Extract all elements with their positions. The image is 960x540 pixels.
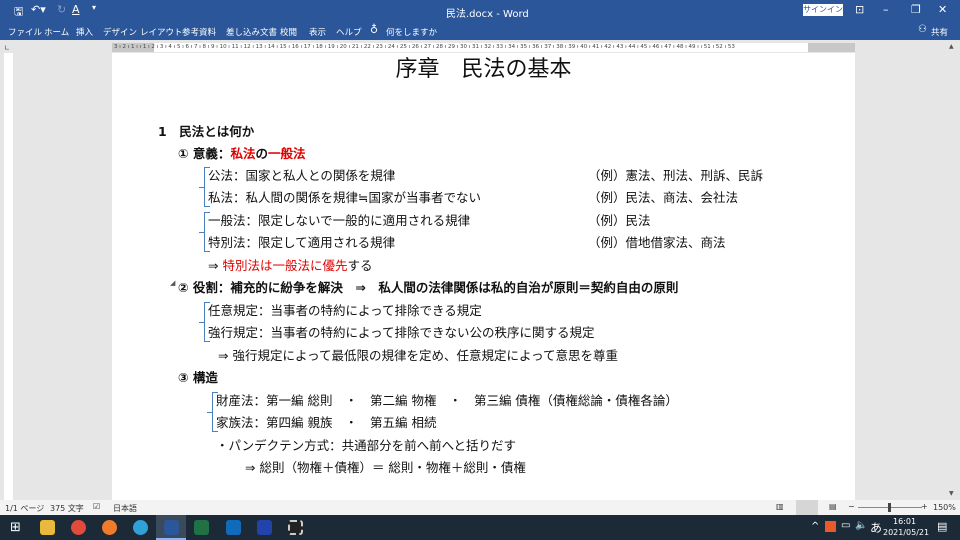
line-property-law: 財産法：第一編 総則 ・ 第二編 物権 ・ 第三編 債権（債権総論・債権各論） (216, 393, 678, 408)
doc-title: 序章 民法の基本 (395, 57, 572, 82)
undo-icon[interactable]: ↶▾ (31, 3, 46, 16)
scroll-up-icon[interactable]: ▲ (949, 43, 954, 50)
edge-icon[interactable] (133, 520, 148, 535)
excel-icon[interactable] (194, 520, 209, 535)
text: する (347, 258, 373, 273)
line-rule-summary: ⇒ 強行規定によって最低限の規律を定め、任意規定によって意思を尊重 (218, 348, 618, 363)
line-special-law: 特別法：限定して適用される規律 (208, 235, 396, 250)
section-1-label: ① 意義： (178, 146, 231, 161)
clock-time[interactable]: 16:01 (893, 517, 916, 526)
taskbar: ⊞ ^ ▭ 🔈 あ 16:01 2021/05/21 ▤ (0, 515, 960, 540)
network-icon[interactable]: ▭ (841, 520, 850, 531)
line-mandatory-rule: 強行規定：当事者の特約によって排除できない公の秩序に関する規定 (208, 325, 595, 340)
vertical-scrollbar[interactable]: ▲ ▼ (945, 40, 960, 500)
section-2-heading: ② 役割：補充的に紛争を解決 ⇒ 私人間の法律関係は私的自治が原則＝契約自由の原… (178, 280, 679, 295)
ribbon-display-icon[interactable]: ⊡ (855, 3, 864, 16)
zoom-in-button[interactable]: + (921, 502, 928, 511)
proofing-icon[interactable]: ☑ (93, 502, 100, 511)
title-bar: 🖫 ↶▾ ↻ A ▾ 民法.docx - Word サインイン ⊡ – ❐ ✕ (0, 0, 960, 20)
scroll-down-icon[interactable]: ▼ (949, 490, 954, 497)
signin-button[interactable]: サインイン (803, 4, 843, 16)
redo-icon[interactable]: ↻ (57, 3, 66, 16)
tab-references[interactable]: 参考資料 (182, 26, 216, 38)
tab-layout[interactable]: レイアウト (140, 26, 183, 38)
notification-icon[interactable]: ▤ (937, 520, 947, 533)
vertical-ruler[interactable] (4, 53, 13, 500)
ruler-right-margin (808, 43, 855, 52)
example-public-law: （例）憲法、刑法、刑訴、民訴 (588, 168, 764, 183)
print-layout-icon[interactable] (796, 500, 818, 515)
restore-button[interactable]: ❐ (911, 3, 921, 16)
lightbulb-icon: ♁ (370, 23, 379, 36)
file-explorer-icon[interactable] (40, 520, 55, 535)
tray-app-icon[interactable] (825, 521, 836, 532)
clock-date[interactable]: 2021/05/21 (883, 528, 929, 537)
ruler-marks: 3 ı 2 ı 1 ı ı 1 ı 2 ı 3 ı 4 ı 5 ı 6 ı 7 … (114, 44, 735, 50)
document-page[interactable]: 序章 民法の基本 1 民法とは何か ① 意義：私法の一般法 公法：国家と私人との… (112, 53, 855, 500)
font-color-icon[interactable]: A (72, 3, 80, 16)
zoom-slider-thumb[interactable] (888, 503, 891, 512)
highlight-text: 私法 (230, 146, 256, 161)
read-mode-icon[interactable]: ▥ (776, 502, 784, 511)
tab-mailings[interactable]: 差し込み文書 (226, 26, 277, 38)
status-bar: 1/1 ページ 375 文字 ☑ 日本語 ▥ ▤ − + 150% (0, 500, 960, 515)
horizontal-ruler[interactable]: 3 ı 2 ı 1 ı ı 1 ı 2 ı 3 ı 4 ı 5 ı 6 ı 7 … (112, 43, 855, 52)
section-3-heading: ③ 構造 (178, 370, 218, 385)
line-optional-rule: 任意規定：当事者の特約によって排除できる規定 (208, 303, 482, 318)
page-count[interactable]: 1/1 ページ (5, 503, 44, 514)
tab-file[interactable]: ファイル (8, 26, 42, 38)
line-pandekten: ・パンデクテン方式：共通部分を前へ前へと括りだす (216, 438, 517, 453)
word-count[interactable]: 375 文字 (50, 503, 84, 514)
share-button[interactable]: 共有 (931, 26, 948, 38)
chrome-icon[interactable] (71, 520, 86, 535)
windows-start-icon[interactable]: ⊞ (10, 520, 21, 535)
example-special-law: （例）借地借家法、商法 (588, 235, 726, 250)
app-icon[interactable] (257, 520, 272, 535)
line-general-provisions: ⇒ 総則（物権＋債権）＝ 総則・物権＋総則・債権 (245, 460, 526, 475)
customize-toolbar-icon[interactable]: ▾ (92, 3, 96, 12)
tab-help[interactable]: ヘルプ (336, 26, 362, 38)
language[interactable]: 日本語 (113, 503, 137, 514)
close-button[interactable]: ✕ (938, 3, 947, 16)
minimize-button[interactable]: – (883, 3, 889, 16)
zoom-level[interactable]: 150% (933, 503, 956, 512)
tab-insert[interactable]: 挿入 (76, 26, 93, 38)
example-private-law: （例）民法、商法、会社法 (588, 190, 739, 205)
show-hidden-icons[interactable]: ^ (811, 521, 819, 532)
tab-design[interactable]: デザイン (103, 26, 137, 38)
video-app-icon[interactable] (288, 520, 303, 535)
line-private-law: 私法：私人間の関係を規律≒国家が当事者でない (208, 190, 481, 205)
line-special-priority: ⇒ 特別法は一般法に優先する (208, 255, 372, 274)
word-icon[interactable] (164, 520, 179, 535)
ime-indicator[interactable]: あ (870, 519, 882, 536)
ribbon-tabs: ファイル ホーム 挿入 デザイン レイアウト 参考資料 差し込み文書 校閲 表示… (0, 20, 960, 40)
line-public-law: 公法：国家と私人との関係を規律 (208, 168, 396, 183)
tab-home[interactable]: ホーム (44, 26, 69, 38)
window-title: 民法.docx - Word (446, 9, 529, 20)
zoom-out-button[interactable]: − (848, 502, 855, 511)
tab-stop-selector[interactable]: ∟ (4, 44, 12, 52)
highlight-text: 一般法 (267, 146, 306, 161)
share-icon[interactable]: ⚇ (918, 24, 927, 35)
web-layout-icon[interactable]: ▤ (829, 502, 837, 511)
section-1-heading: ① 意義：私法の一般法 (178, 143, 305, 162)
outlook-icon[interactable] (226, 520, 241, 535)
highlight-text: 特別法は一般法に優先 (222, 258, 348, 273)
example-general-law: （例）民法 (588, 213, 651, 228)
tab-view[interactable]: 表示 (309, 26, 326, 38)
volume-icon[interactable]: 🔈 (855, 520, 867, 531)
text: の (255, 146, 268, 161)
line-family-law: 家族法：第四編 親族 ・ 第五編 相続 (216, 415, 437, 430)
tell-me-search[interactable]: 何をしますか (386, 26, 437, 38)
firefox-icon[interactable] (102, 520, 117, 535)
tab-review[interactable]: 校閲 (280, 26, 297, 38)
heading-1: 1 民法とは何か (158, 124, 255, 139)
collapse-triangle-icon[interactable]: ◢ (170, 279, 175, 287)
line-general-law: 一般法：限定しないで一般的に適用される規律 (208, 213, 471, 228)
arrow-text: ⇒ (208, 258, 223, 273)
